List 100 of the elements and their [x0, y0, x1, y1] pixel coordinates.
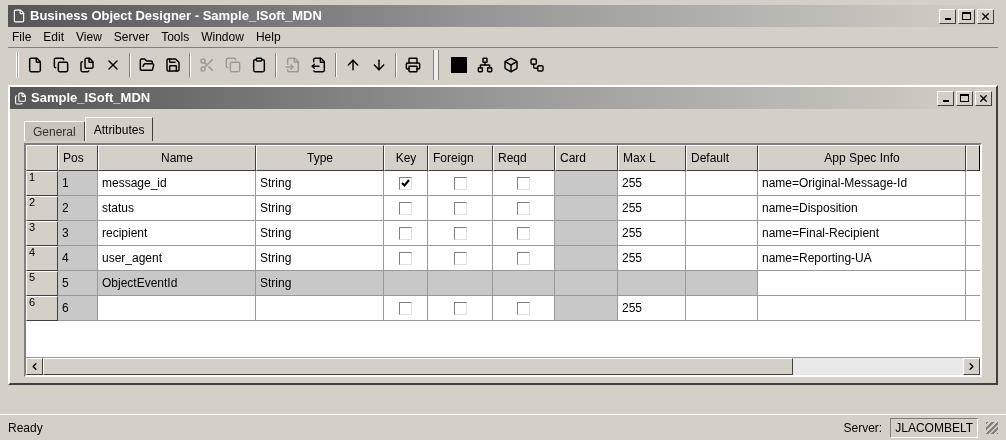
row-header[interactable]: 2 — [26, 196, 58, 221]
window-title: Business Object Designer - Sample_ISoft_MDN — [30, 7, 323, 26]
table-cell: 255 — [618, 246, 686, 271]
table-cell: String — [256, 171, 384, 196]
close-icon — [980, 10, 991, 22]
toolbar-grip[interactable] — [433, 49, 439, 80]
close-button[interactable] — [977, 8, 994, 24]
server-name: JLACOMBELT — [890, 417, 978, 438]
table-cell: name=Disposition — [758, 196, 966, 221]
menu-item[interactable]: View — [76, 28, 102, 46]
column-header[interactable]: Pos — [58, 145, 98, 171]
document-icon — [14, 91, 27, 105]
table-cell: 5 — [58, 271, 98, 296]
table-cell: recipient — [98, 221, 256, 246]
row-header[interactable]: 5 — [26, 271, 58, 296]
table-cell: status — [98, 196, 256, 221]
checkbox[interactable] — [517, 301, 530, 315]
menu-item[interactable]: Tools — [161, 28, 190, 46]
checkbox[interactable] — [517, 201, 530, 215]
table-cell: 255 — [618, 196, 686, 221]
scroll-left-button[interactable] — [26, 358, 43, 375]
table-cell: name=Final-Recipient — [758, 221, 966, 246]
table-cell — [686, 271, 758, 296]
column-header[interactable]: Foreign — [428, 145, 493, 171]
checkbox[interactable] — [517, 176, 530, 190]
horizontal-scrollbar[interactable] — [26, 357, 980, 375]
checkbox[interactable] — [399, 201, 412, 215]
checkbox[interactable] — [517, 226, 530, 240]
paste-icon — [251, 56, 267, 73]
close-button[interactable] — [975, 90, 992, 106]
row-header[interactable]: 3 — [26, 221, 58, 246]
table-cell: 1 — [58, 171, 98, 196]
column-header[interactable]: App Spec Info — [758, 145, 966, 171]
cube-icon — [503, 56, 519, 73]
printer-icon — [405, 56, 421, 73]
file-import-icon — [285, 56, 301, 73]
files-icon — [79, 56, 95, 73]
row-header[interactable]: 6 — [26, 296, 58, 321]
menu-item[interactable]: Window — [201, 28, 244, 46]
table-cell: message_id — [98, 171, 256, 196]
child-window-title: Sample_ISoft_MDN — [31, 89, 152, 108]
column-header[interactable]: Card — [555, 145, 618, 171]
column-header[interactable]: Max L — [618, 145, 686, 171]
checkbox[interactable] — [399, 226, 412, 240]
tab[interactable]: General — [24, 121, 85, 141]
table-cell — [686, 221, 758, 246]
checkbox[interactable] — [399, 176, 412, 190]
checkbox[interactable] — [399, 251, 412, 265]
column-header[interactable]: Key — [384, 145, 428, 171]
table-cell: 255 — [618, 221, 686, 246]
row-header[interactable]: 4 — [26, 246, 58, 271]
table-cell: user_agent — [98, 246, 256, 271]
solid-square-button[interactable] — [449, 54, 469, 75]
checkbox[interactable] — [517, 251, 530, 265]
checkbox[interactable] — [453, 301, 467, 315]
table-cell: 4 — [58, 246, 98, 271]
column-header[interactable]: Name — [98, 145, 256, 171]
table-cell: 6 — [58, 296, 98, 321]
table-cell: String — [256, 271, 384, 296]
menu-item[interactable]: Edit — [43, 28, 65, 46]
menu-item[interactable]: File — [12, 28, 32, 46]
server-label: Server: — [843, 419, 883, 437]
maximize-button[interactable] — [956, 90, 973, 106]
menu-item[interactable]: Server — [113, 28, 150, 46]
diagram-icon — [529, 56, 545, 73]
maximize-button[interactable] — [958, 8, 975, 24]
file-export-icon — [311, 56, 327, 73]
column-header[interactable]: Type — [256, 145, 384, 171]
table-cell — [686, 296, 758, 321]
table-cell: String — [256, 221, 384, 246]
menu-item[interactable]: Help — [255, 28, 281, 46]
column-header[interactable]: Default — [686, 145, 758, 171]
checkbox[interactable] — [453, 251, 467, 265]
table-cell — [686, 196, 758, 221]
resize-grip-icon — [986, 421, 998, 434]
checkbox[interactable] — [453, 201, 467, 215]
table-cell — [686, 246, 758, 271]
save-icon — [165, 56, 181, 73]
row-header[interactable]: 1 — [26, 171, 58, 196]
table-cell: 255 — [618, 171, 686, 196]
table-cell: 2 — [58, 196, 98, 221]
table-cell: 3 — [58, 221, 98, 246]
tab[interactable]: Attributes — [84, 117, 154, 141]
table-cell — [686, 171, 758, 196]
table-cell: name=Reporting-UA — [758, 246, 966, 271]
status-message: Ready — [8, 419, 44, 437]
folder-icon — [139, 56, 155, 73]
column-header[interactable]: Reqd — [493, 145, 555, 171]
copy-icon — [53, 56, 69, 73]
table-cell: String — [256, 246, 384, 271]
checkbox[interactable] — [453, 176, 467, 190]
scrollbar-thumb[interactable] — [43, 358, 793, 375]
checkbox[interactable] — [399, 301, 412, 315]
new-file-icon — [27, 56, 43, 73]
scroll-right-button[interactable] — [963, 358, 980, 375]
minimize-button[interactable] — [939, 8, 956, 24]
checkbox[interactable] — [453, 226, 467, 240]
minimize-button[interactable] — [937, 90, 954, 106]
chevron-right-icon — [966, 361, 977, 372]
table-cell: String — [256, 196, 384, 221]
